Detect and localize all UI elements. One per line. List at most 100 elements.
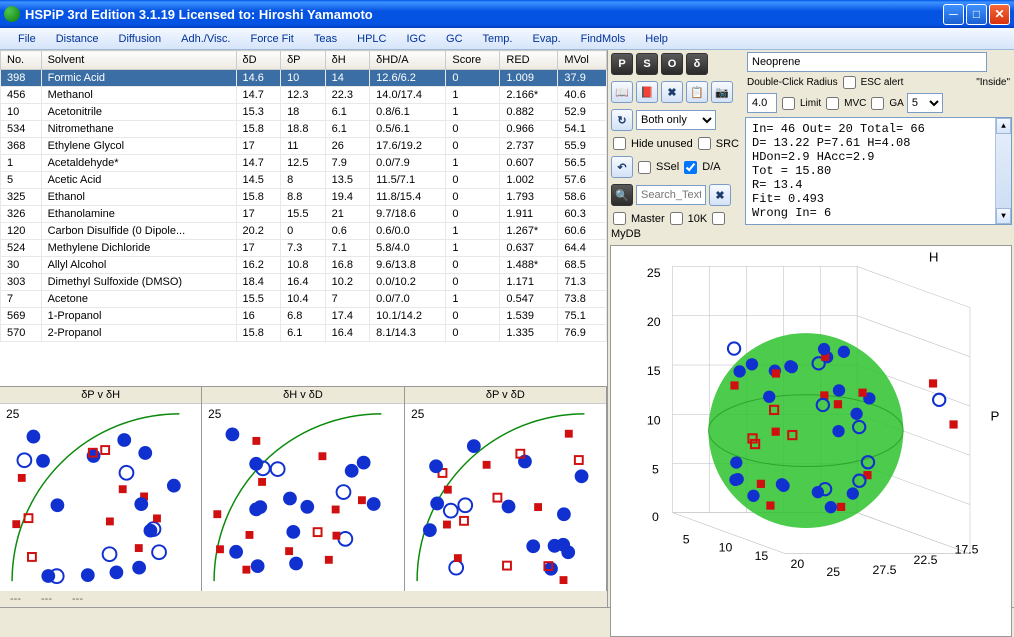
table-row[interactable]: 325Ethanol15.88.819.411.8/15.401.79358.6 [1, 189, 607, 206]
table-row[interactable]: 10Acetonitrile15.3186.10.8/6.110.88252.9 [1, 104, 607, 121]
table-row[interactable]: 303Dimethyl Sulfoxide (DMSO)18.416.410.2… [1, 274, 607, 291]
table-row[interactable]: 30Allyl Alcohol16.210.816.89.6/13.801.48… [1, 257, 607, 274]
book-open-icon[interactable]: 📖 [611, 81, 633, 103]
book-icon[interactable]: 📕 [636, 81, 658, 103]
minimize-button[interactable]: ─ [943, 4, 964, 25]
table-cell: 76.9 [558, 325, 607, 342]
maximize-button[interactable]: □ [966, 4, 987, 25]
plot-2d[interactable]: δH v δD25 [202, 387, 404, 591]
stats-dph: D= 13.22 P=7.61 H=4.08 [752, 136, 1005, 150]
table-row[interactable]: 524Methylene Dichloride177.37.15.8/4.010… [1, 240, 607, 257]
table-row[interactable]: 1Acetaldehyde*14.712.57.90.0/7.910.60756… [1, 155, 607, 172]
table-row[interactable]: 398Formic Acid14.6101412.6/6.201.00937.9 [1, 70, 607, 87]
table-row[interactable]: 120Carbon Disulfide (0 Dipole...20.200.6… [1, 223, 607, 240]
menu-help[interactable]: Help [635, 30, 678, 48]
plot-3d[interactable]: 25 20 15 10 5 0 5 10 15 20 25 27.5 22.5 … [610, 245, 1012, 637]
mydb-checkbox[interactable] [712, 212, 725, 225]
mvc-checkbox[interactable] [826, 97, 839, 110]
ga-select[interactable]: 5 [907, 93, 943, 113]
table-row[interactable]: 7Acetone15.510.470.0/7.010.54773.8 [1, 291, 607, 308]
table-row[interactable]: 326Ethanolamine1715.5219.7/18.601.91160.… [1, 206, 607, 223]
search-input[interactable] [636, 185, 706, 205]
svg-text:P: P [990, 408, 999, 423]
radius-input[interactable] [747, 93, 777, 113]
menu-evap[interactable]: Evap. [523, 30, 571, 48]
ssel-checkbox[interactable] [638, 161, 651, 174]
table-cell: 19.4 [325, 189, 370, 206]
table-cell: 14.7 [236, 155, 281, 172]
table-cell: 1.911 [500, 206, 558, 223]
menu-hplc[interactable]: HPLC [347, 30, 396, 48]
col-header[interactable]: δHD/A [370, 51, 446, 70]
col-header[interactable]: δP [281, 51, 326, 70]
scroll-down-icon[interactable]: ▼ [996, 208, 1011, 224]
table-cell: 1.171 [500, 274, 558, 291]
col-header[interactable]: RED [500, 51, 558, 70]
camera-icon[interactable]: 📷 [711, 81, 733, 103]
scroll-up-icon[interactable]: ▲ [996, 118, 1011, 134]
table-cell: 1 [446, 87, 500, 104]
col-header[interactable]: Solvent [41, 51, 236, 70]
name-input[interactable] [747, 52, 987, 72]
plot-2d[interactable]: δP v δH25 [0, 387, 202, 591]
table-row[interactable]: 5Acetic Acid14.5813.511.5/7.101.00257.6 [1, 172, 607, 189]
table-cell: 14 [325, 70, 370, 87]
table-cell: 10.8 [281, 257, 326, 274]
filter-select[interactable]: Both only [636, 110, 716, 130]
col-header[interactable]: No. [1, 51, 42, 70]
stats-fit: Fit= 0.493 [752, 192, 1005, 206]
table-cell: 1 [446, 155, 500, 172]
menu-distance[interactable]: Distance [46, 30, 109, 48]
undo-icon[interactable]: ↶ [611, 156, 633, 178]
solvent-table[interactable]: No.SolventδDδPδHδHD/AScoreREDMVol398Form… [0, 50, 607, 386]
search-icon[interactable]: 🔍 [611, 184, 633, 206]
o-button[interactable]: O [661, 53, 683, 75]
table-cell: 1 [1, 155, 42, 172]
s-button[interactable]: S [636, 53, 658, 75]
delta-button[interactable]: δ [686, 53, 708, 75]
ga-checkbox[interactable] [871, 97, 884, 110]
menu-gc[interactable]: GC [436, 30, 473, 48]
esc-checkbox[interactable] [843, 76, 856, 89]
col-header[interactable]: δD [236, 51, 281, 70]
refresh-icon[interactable]: ↻ [611, 109, 633, 131]
col-header[interactable]: MVol [558, 51, 607, 70]
table-row[interactable]: 368Ethylene Glycol17112617.6/19.202.7375… [1, 138, 607, 155]
master-checkbox[interactable] [613, 212, 626, 225]
clear-search-icon[interactable]: ✖ [709, 184, 731, 206]
da-checkbox[interactable] [684, 161, 697, 174]
menu-igc[interactable]: IGC [396, 30, 436, 48]
menu-forcefit[interactable]: Force Fit [240, 30, 303, 48]
close-button[interactable]: ✕ [989, 4, 1010, 25]
stats-panel: In= 46 Out= 20 Total= 66 D= 13.22 P=7.61… [745, 117, 1012, 225]
src-checkbox[interactable] [698, 137, 711, 150]
table-row[interactable]: 534Nitromethane15.818.86.10.5/6.100.9665… [1, 121, 607, 138]
plot-2d[interactable]: δP v δD25 [405, 387, 607, 591]
menu-file[interactable]: File [8, 30, 46, 48]
col-header[interactable]: δH [325, 51, 370, 70]
svg-text:22.5: 22.5 [914, 553, 938, 567]
table-row[interactable]: 456Methanol14.712.322.314.0/17.412.166*4… [1, 87, 607, 104]
hide-unused-label: Hide unused [631, 138, 693, 150]
table-cell: 15.8 [236, 325, 281, 342]
menu-findmols[interactable]: FindMols [571, 30, 636, 48]
menu-diffusion[interactable]: Diffusion [109, 30, 172, 48]
copy-icon[interactable]: 📋 [686, 81, 708, 103]
tenk-checkbox[interactable] [670, 212, 683, 225]
svg-text:10: 10 [719, 541, 733, 555]
stats-scrollbar[interactable]: ▲ ▼ [995, 118, 1011, 224]
menu-adhvisc[interactable]: Adh./Visc. [171, 30, 240, 48]
svg-text:17.5: 17.5 [955, 543, 979, 557]
table-cell: 7 [1, 291, 42, 308]
hide-unused-checkbox[interactable] [613, 137, 626, 150]
stats-hdon: HDon=2.9 HAcc=2.9 [752, 150, 1005, 164]
table-row[interactable]: 5702-Propanol15.86.116.48.1/14.301.33576… [1, 325, 607, 342]
p-button[interactable]: P [611, 53, 633, 75]
col-header[interactable]: Score [446, 51, 500, 70]
table-cell: 9.7/18.6 [370, 206, 446, 223]
menu-teas[interactable]: Teas [304, 30, 347, 48]
menu-temp[interactable]: Temp. [473, 30, 523, 48]
table-row[interactable]: 5691-Propanol166.817.410.1/14.201.53975.… [1, 308, 607, 325]
delete-icon[interactable]: ✖ [661, 81, 683, 103]
limit-checkbox[interactable] [782, 97, 795, 110]
